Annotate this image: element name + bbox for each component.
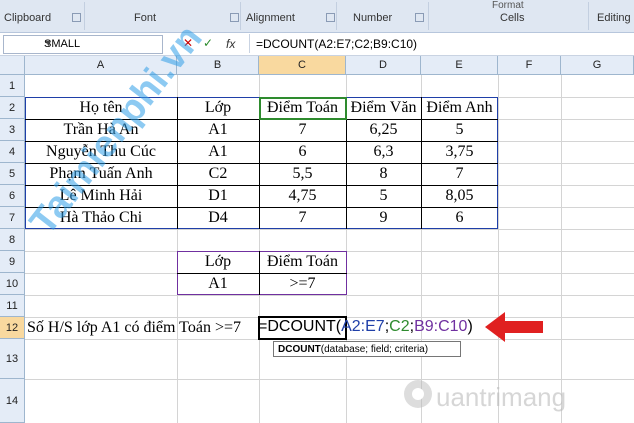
column-header-c[interactable]: C (259, 56, 346, 75)
formula-range-criteria: B9:C10 (414, 318, 468, 335)
watermark-logo: Taimienphi.vn (22, 18, 211, 243)
table-cell[interactable]: 8,05 (421, 187, 498, 205)
table-cell[interactable]: 7 (421, 165, 498, 183)
table-cell[interactable]: 6,25 (346, 121, 421, 139)
table-cell[interactable]: 3,75 (421, 143, 498, 161)
criteria-value-diem[interactable]: >=7 (259, 275, 346, 293)
formula-input[interactable]: =DCOUNT(A2:E7;C2;B9:C10) (249, 34, 633, 53)
row-header-12[interactable]: 12 (0, 317, 25, 339)
ribbon-separator (336, 2, 337, 30)
watermark-text-2: uantrimang (436, 382, 566, 412)
formula-part: ) (467, 318, 473, 335)
ribbon-separator (588, 2, 589, 30)
format-menu-partial[interactable]: Format (492, 0, 524, 11)
formula-text: =DCOUNT(A2:E7;C2;B9:C10) (256, 37, 418, 51)
row-header-10[interactable]: 10 (0, 273, 25, 295)
table-cell[interactable]: 5,5 (259, 165, 346, 183)
function-tooltip[interactable]: DCOUNT(database; field; criteria) (273, 341, 461, 357)
header-diem-toan[interactable]: Điểm Toán (259, 99, 346, 117)
tooltip-function-name[interactable]: DCOUNT (278, 344, 321, 355)
criteria-header-lop[interactable]: Lớp (177, 253, 259, 271)
ribbon-separator (428, 2, 429, 30)
ribbon-group-cells: Cells (500, 12, 525, 24)
red-arrow-icon (485, 312, 543, 342)
alignment-launcher-icon[interactable] (326, 13, 335, 22)
table-cell[interactable]: 6,3 (346, 143, 421, 161)
number-launcher-icon[interactable] (415, 13, 424, 22)
formula-range-database: A2:E7 (341, 318, 385, 335)
header-diem-van[interactable]: Điểm Văn (346, 99, 421, 117)
column-header-f[interactable]: F (498, 56, 561, 75)
formula-part: =DCOUNT( (258, 318, 342, 335)
row-header-11[interactable]: 11 (0, 295, 25, 317)
table-cell[interactable]: 6 (259, 143, 346, 161)
table-cell[interactable]: 7 (259, 121, 346, 139)
table-cell[interactable]: 5 (346, 187, 421, 205)
table-cell[interactable]: 7 (259, 209, 346, 227)
row-header-14[interactable]: 14 (0, 379, 25, 423)
table-cell[interactable]: 5 (421, 121, 498, 139)
table-cell[interactable]: 8 (346, 165, 421, 183)
table-cell[interactable]: 6 (421, 209, 498, 227)
column-header-g[interactable]: G (561, 56, 634, 75)
table-cell[interactable]: 4,75 (259, 187, 346, 205)
criteria-value-lop[interactable]: A1 (177, 275, 259, 293)
column-header-d[interactable]: D (346, 56, 421, 75)
ribbon-group-number: Number (353, 12, 393, 24)
column-header-e[interactable]: E (421, 56, 498, 75)
watermark-text-1: Taimienphi.vn (22, 18, 211, 243)
criteria-header-diem-toan[interactable]: Điểm Toán (259, 253, 346, 271)
formula-range-field: C2 (389, 318, 410, 335)
ribbon-group-editing: Editing (597, 12, 631, 24)
header-diem-anh[interactable]: Điểm Anh (421, 99, 498, 117)
tooltip-arguments: (database; field; criteria) (320, 344, 429, 355)
table-cell[interactable]: 9 (346, 209, 421, 227)
watermark-logo-2: uantrimang (404, 380, 566, 412)
row-header-13[interactable]: 13 (0, 339, 25, 379)
active-cell-formula[interactable]: =DCOUNT(A2:E7;C2;B9:C10) (258, 318, 473, 336)
result-label[interactable]: Số H/S lớp A1 có điểm Toán >=7 (27, 319, 241, 337)
row-header-9[interactable]: 9 (0, 251, 25, 273)
